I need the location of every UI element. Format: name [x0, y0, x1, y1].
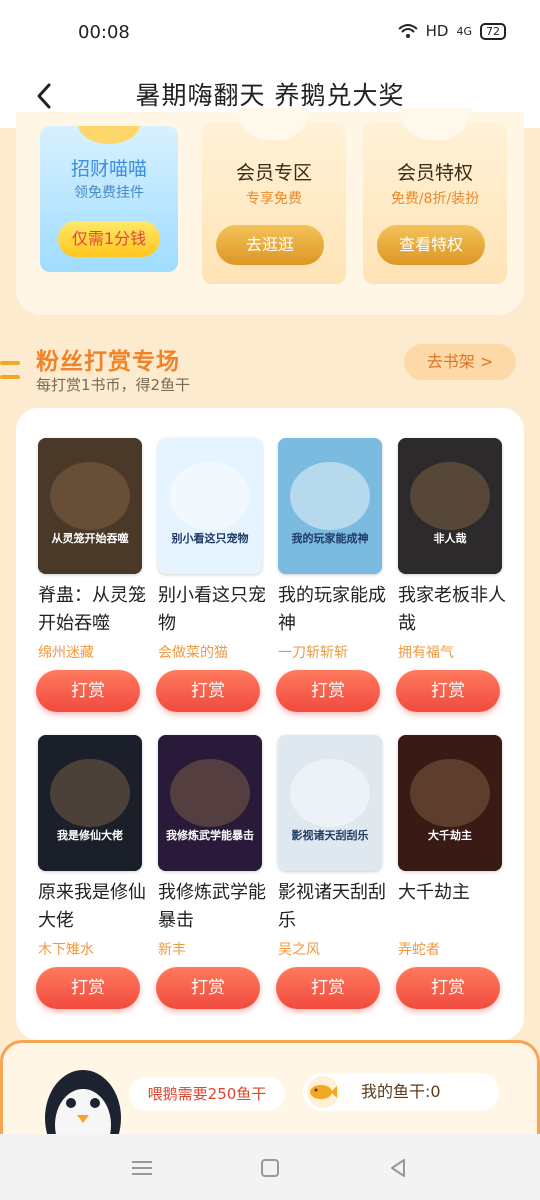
status-time: 00:08 — [78, 22, 130, 43]
book-cover-text: 影视诸天刮刮乐 — [292, 828, 369, 842]
book-item[interactable]: 从灵笼开始吞噬 脊蛊：从灵笼开始吞噬 绵州迷藏 打赏 — [36, 438, 146, 718]
coin-icon — [78, 126, 140, 144]
section-subtitle: 每打赏1书币，得2鱼干 — [36, 376, 191, 394]
book-title[interactable]: 脊蛊：从灵笼开始吞噬 — [38, 582, 150, 638]
book-title[interactable]: 影视诸天刮刮乐 — [278, 879, 390, 935]
book-cover-text: 从灵笼开始吞噬 — [52, 531, 129, 545]
book-cover-text: 大千劫主 — [428, 828, 472, 842]
promo-vip-button[interactable]: 去逛逛 — [216, 225, 324, 265]
reward-button[interactable]: 打赏 — [276, 967, 380, 1009]
my-fish-counter[interactable]: 我的鱼干:0 — [303, 1073, 499, 1111]
book-title[interactable]: 别小看这只宠物 — [158, 582, 270, 638]
book-cover[interactable]: 别小看这只宠物 — [158, 438, 262, 574]
book-cover-art: 我的玩家能成神 — [278, 438, 382, 574]
feed-need-label: 喂鹅需要250鱼干 — [129, 1077, 285, 1111]
reward-button[interactable]: 打赏 — [396, 967, 500, 1009]
book-cover-art: 影视诸天刮刮乐 — [278, 735, 382, 871]
book-item[interactable]: 我的玩家能成神 我的玩家能成神 一刀斩斩斩 打赏 — [276, 438, 386, 718]
reward-button[interactable]: 打赏 — [36, 670, 140, 712]
go-bookshelf-button[interactable]: 去书架 > — [404, 344, 516, 380]
promo-card-vip[interactable]: 会员专区 专享免费 去逛逛 — [202, 108, 346, 284]
book-author: 一刀斩斩斩 — [278, 645, 348, 661]
book-cover-text: 非人哉 — [434, 531, 467, 545]
fish-count: 我的鱼干:0 — [361, 1082, 441, 1101]
back-nav-button[interactable] — [384, 1154, 412, 1182]
promo-privilege-button[interactable]: 查看特权 — [377, 225, 485, 265]
system-nav-bar — [0, 1134, 540, 1200]
menu-button[interactable] — [128, 1154, 156, 1182]
book-author: 弄蛇者 — [398, 942, 440, 958]
book-item[interactable]: 别小看这只宠物 别小看这只宠物 会做菜的猫 打赏 — [156, 438, 266, 718]
promo-vip-sub: 专享免费 — [246, 191, 302, 207]
book-cover-text: 别小看这只宠物 — [171, 531, 249, 545]
book-item[interactable]: 非人哉 我家老板非人哉 拥有福气 打赏 — [396, 438, 506, 718]
status-indicators: HD 4G 72 — [397, 22, 506, 40]
book-cover[interactable]: 从灵笼开始吞噬 — [38, 438, 142, 574]
book-cover[interactable]: 我是修仙大佬 — [38, 735, 142, 871]
section-title: 粉丝打赏专场 — [36, 349, 180, 375]
book-cover-art: 大千劫主 — [398, 735, 502, 871]
reward-button[interactable]: 打赏 — [396, 670, 500, 712]
section-marker-icon — [0, 361, 20, 379]
back-triangle-icon — [391, 1159, 405, 1177]
book-author: 绵州迷藏 — [38, 645, 94, 661]
wifi-icon — [397, 24, 418, 38]
penguin-icon — [45, 1070, 121, 1140]
home-square-icon — [261, 1159, 279, 1177]
signal-label: 4G — [456, 24, 472, 38]
book-cover[interactable]: 我修炼武学能暴击 — [158, 735, 262, 871]
book-title[interactable]: 我家老板非人哉 — [398, 582, 510, 638]
book-author: 木下雉水 — [38, 942, 94, 958]
promo-cat-title: 招财喵喵 — [70, 158, 147, 180]
book-title[interactable]: 我修炼武学能暴击 — [158, 879, 270, 935]
promo-card-cat[interactable]: 招财喵喵 领免费挂件 仅需1分钱 — [40, 126, 178, 272]
books-panel: 从灵笼开始吞噬 脊蛊：从灵笼开始吞噬 绵州迷藏 打赏 别小看这只宠物 别小看这只宠物 会做菜… — [16, 408, 524, 1040]
promo-vip-title: 会员专区 — [235, 162, 312, 184]
book-item[interactable]: 影视诸天刮刮乐 影视诸天刮刮乐 吴之风 打赏 — [276, 735, 386, 1015]
book-cover[interactable]: 大千劫主 — [398, 735, 502, 871]
book-author: 会做菜的猫 — [158, 645, 228, 661]
book-cover-art: 从灵笼开始吞噬 — [38, 438, 142, 574]
promo-privilege-title: 会员特权 — [396, 162, 473, 184]
book-title[interactable]: 大千劫主 — [398, 879, 510, 907]
promo-cat-sub: 领免费挂件 — [74, 185, 144, 201]
promo-cat-button[interactable]: 仅需1分钱 — [58, 221, 160, 257]
book-cover-text: 我的玩家能成神 — [292, 531, 369, 545]
reward-button[interactable]: 打赏 — [156, 670, 260, 712]
promo-panel: 招财喵喵 领免费挂件 仅需1分钱 会员专区 专享免费 去逛逛 会员特权 免费/8… — [16, 108, 524, 315]
status-bar: 00:08 HD 4G 72 — [0, 0, 540, 64]
book-cover-art: 别小看这只宠物 — [158, 438, 262, 574]
feed-panel: 喂鹅需要250鱼干 我的鱼干:0 — [0, 1040, 540, 1140]
book-cover-art: 非人哉 — [398, 438, 502, 574]
book-author: 新丰 — [158, 942, 186, 958]
privilege-halo-icon — [399, 108, 471, 140]
promo-privilege-sub: 免费/8折/装扮 — [390, 191, 480, 207]
network-label: HD — [425, 22, 449, 40]
book-author: 吴之风 — [278, 942, 320, 958]
book-cover[interactable]: 非人哉 — [398, 438, 502, 574]
reward-button[interactable]: 打赏 — [36, 967, 140, 1009]
fish-icon — [307, 1076, 339, 1108]
home-button[interactable] — [256, 1154, 284, 1182]
reward-button[interactable]: 打赏 — [276, 670, 380, 712]
menu-icon — [132, 1161, 152, 1175]
promo-card-privilege[interactable]: 会员特权 免费/8折/装扮 查看特权 — [363, 108, 507, 284]
reward-button[interactable]: 打赏 — [156, 967, 260, 1009]
page-title: 暑期嗨翻天 养鹅兑大奖 — [135, 81, 405, 110]
book-item[interactable]: 我修炼武学能暴击 我修炼武学能暴击 新丰 打赏 — [156, 735, 266, 1015]
vip-halo-icon — [238, 108, 310, 140]
book-title[interactable]: 我的玩家能成神 — [278, 582, 390, 638]
book-cover-art: 我是修仙大佬 — [38, 735, 142, 871]
book-author: 拥有福气 — [398, 645, 454, 661]
book-cover-text: 我是修仙大佬 — [57, 828, 123, 842]
book-title[interactable]: 原来我是修仙大佬 — [38, 879, 150, 935]
book-cover-art: 我修炼武学能暴击 — [158, 735, 262, 871]
book-cover[interactable]: 我的玩家能成神 — [278, 438, 382, 574]
book-cover[interactable]: 影视诸天刮刮乐 — [278, 735, 382, 871]
battery-icon: 72 — [480, 22, 506, 40]
book-cover-text: 我修炼武学能暴击 — [166, 828, 254, 842]
book-item[interactable]: 我是修仙大佬 原来我是修仙大佬 木下雉水 打赏 — [36, 735, 146, 1015]
book-item[interactable]: 大千劫主 大千劫主 弄蛇者 打赏 — [396, 735, 502, 1015]
